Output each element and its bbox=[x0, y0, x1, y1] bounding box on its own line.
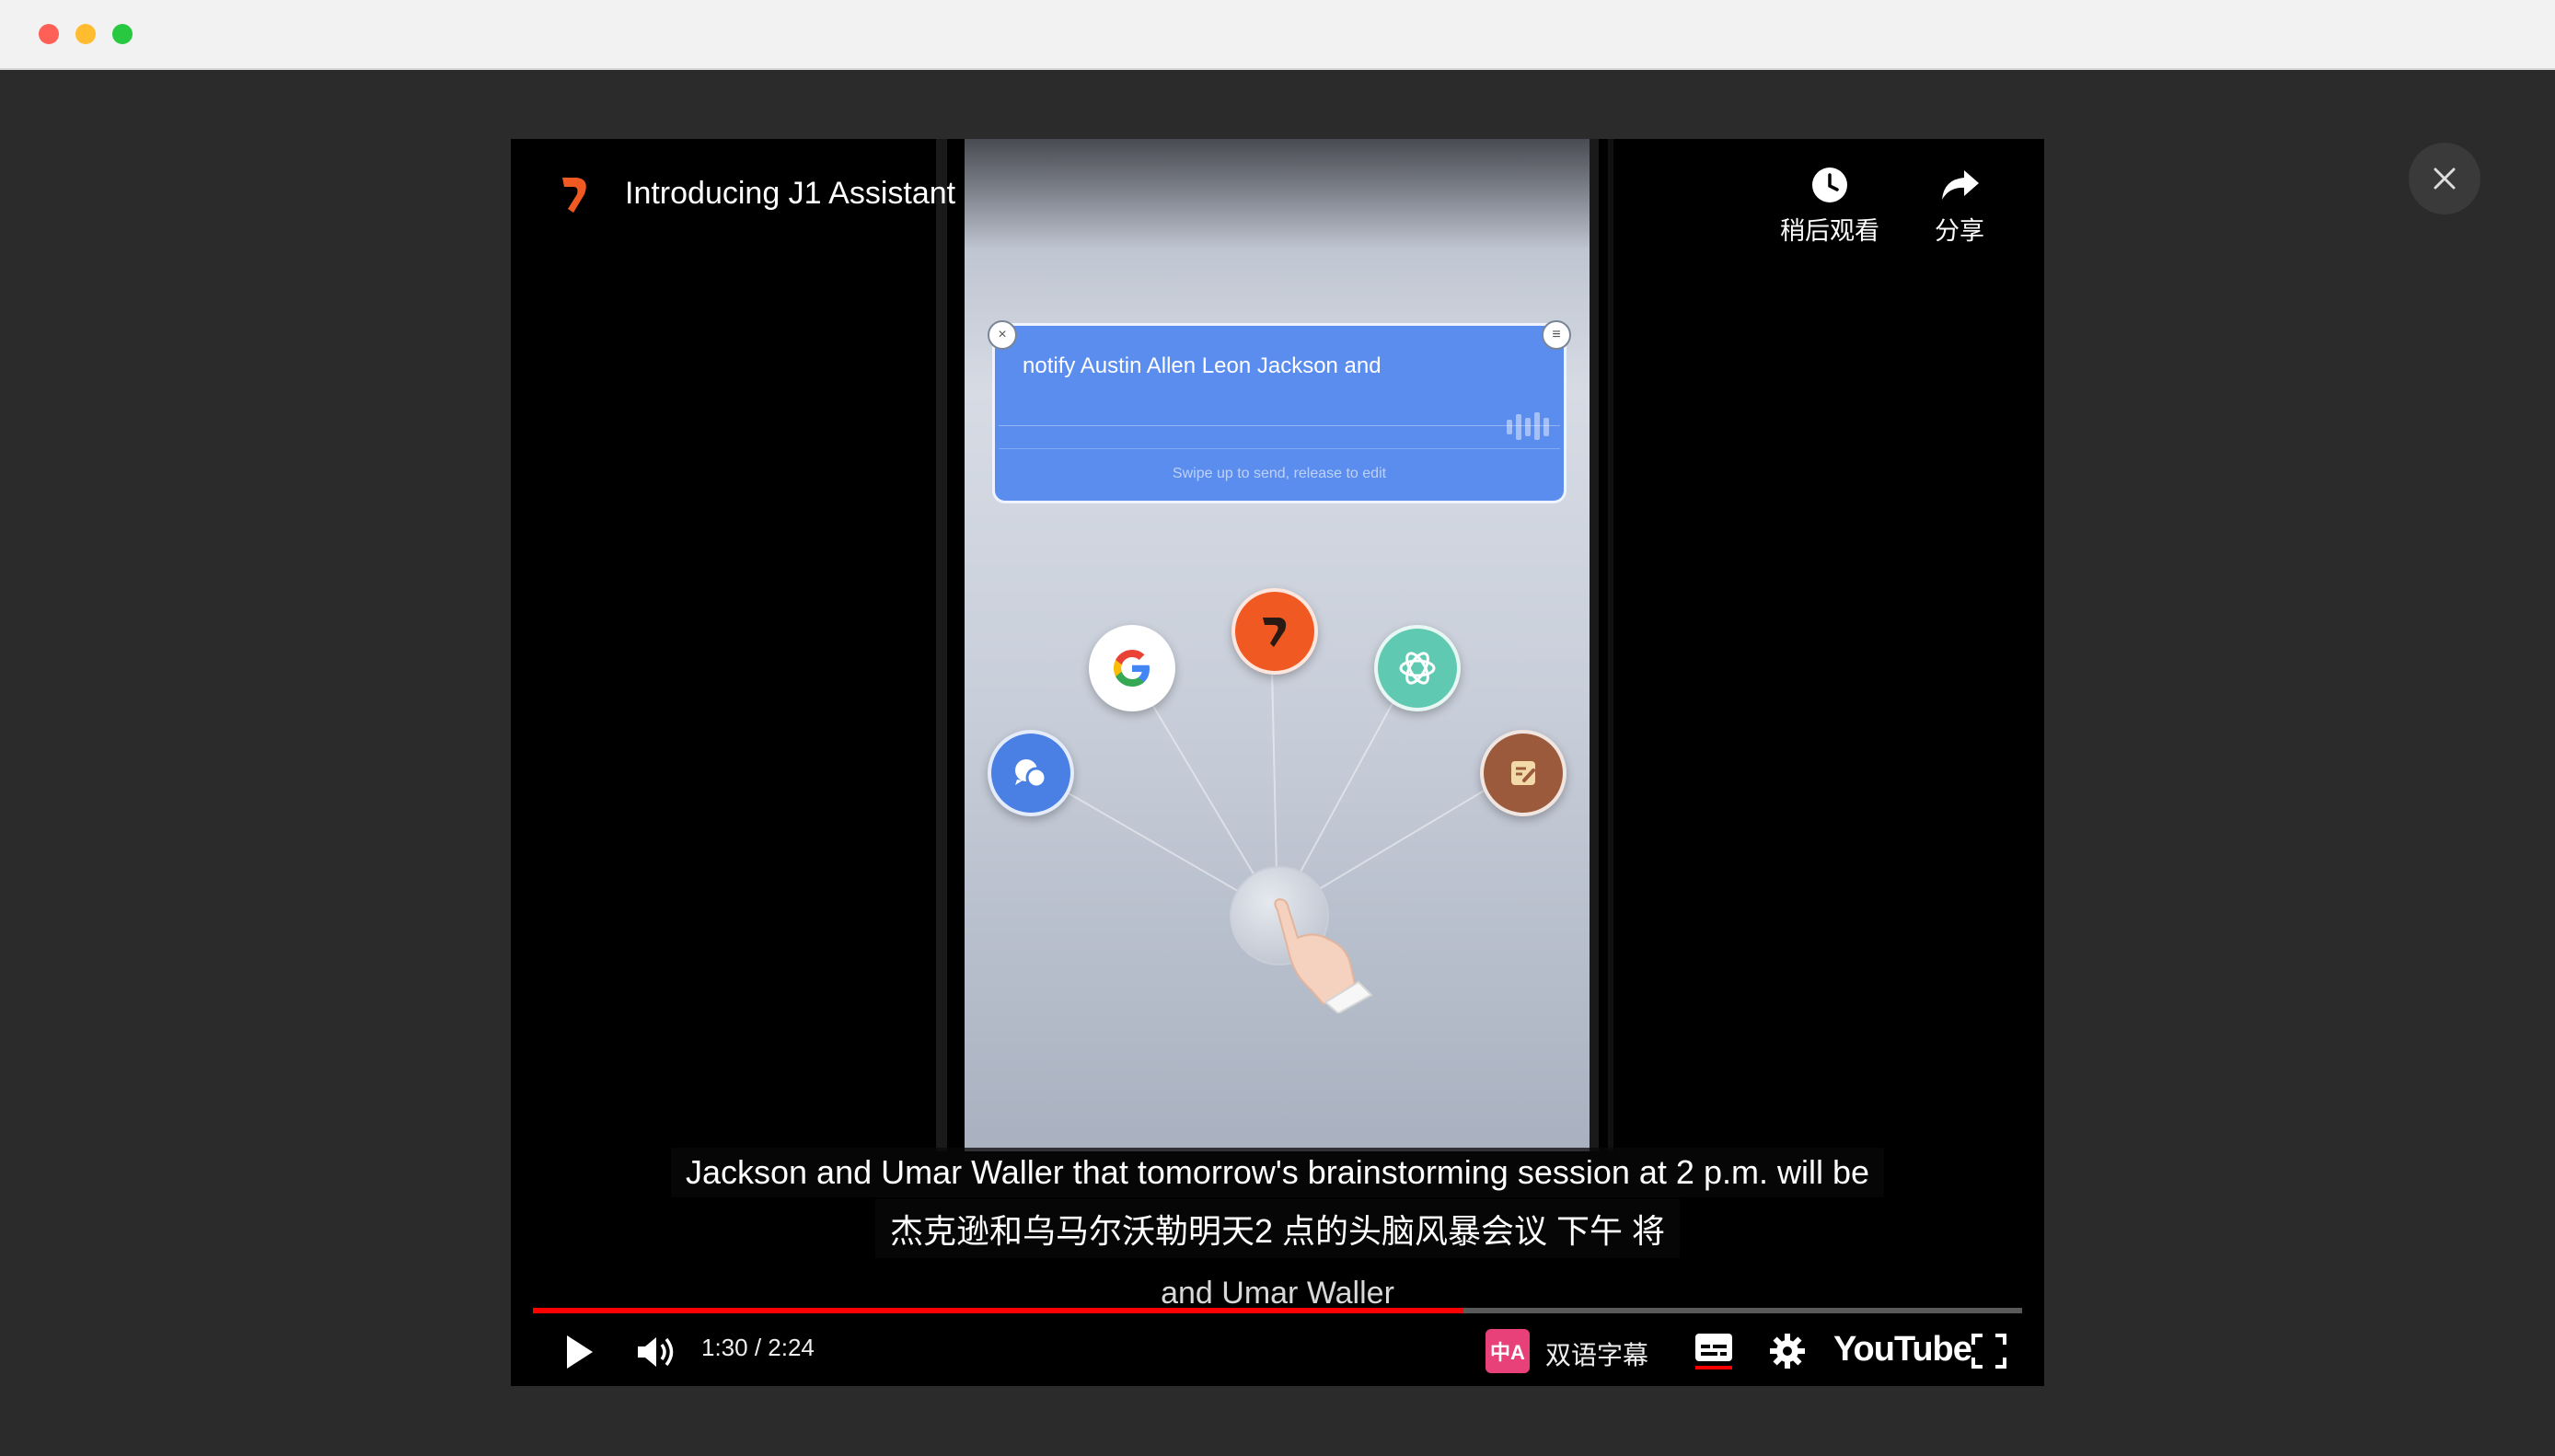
progress-bar[interactable] bbox=[533, 1308, 2022, 1313]
chatgpt-icon bbox=[1399, 652, 1436, 685]
video-title[interactable]: Introducing J1 Assistant bbox=[625, 176, 955, 212]
share-label: 分享 bbox=[1935, 217, 1984, 245]
voice-input-card[interactable]: × ≡ notify Austin Allen Leon Jackson and… bbox=[988, 320, 1571, 503]
hand-pointer-icon bbox=[1274, 897, 1373, 1013]
time-display: 1:30 / 2:24 bbox=[701, 1334, 815, 1361]
notes-icon bbox=[1511, 761, 1535, 785]
phone-bezel-left bbox=[936, 139, 947, 1151]
google-icon bbox=[1114, 650, 1150, 687]
progress-played bbox=[533, 1308, 1464, 1313]
subtitles-button[interactable] bbox=[1692, 1328, 1736, 1374]
phone-bezel-edge bbox=[1608, 139, 1613, 1151]
play-icon bbox=[567, 1335, 593, 1369]
voice-hint: Swipe up to send, release to edit bbox=[1172, 466, 1387, 481]
caption-line-english: Jackson and Umar Waller that tomorrow's … bbox=[511, 1148, 2044, 1197]
phone-screen: × ≡ notify Austin Allen Leon Jackson and… bbox=[965, 139, 1590, 1151]
volume-button[interactable] bbox=[629, 1326, 686, 1378]
settings-button[interactable] bbox=[1764, 1328, 1810, 1374]
caption-line-next: and Umar Waller bbox=[1161, 1276, 1394, 1311]
watch-later-label: 稍后观看 bbox=[1780, 217, 1879, 245]
voice-transcript: notify Austin Allen Leon Jackson and bbox=[1023, 353, 1382, 378]
channel-logo-icon[interactable] bbox=[557, 174, 594, 216]
voice-card-menu-icon[interactable]: ≡ bbox=[1542, 320, 1571, 350]
fullscreen-icon bbox=[1971, 1334, 2006, 1369]
watch-later-button[interactable]: 稍后观看 bbox=[1775, 159, 1885, 247]
window-titlebar bbox=[0, 0, 2555, 70]
google-app-button[interactable] bbox=[1089, 625, 1175, 711]
chat-app-button[interactable] bbox=[988, 730, 1074, 816]
play-button[interactable] bbox=[555, 1326, 603, 1378]
subtitles-icon bbox=[1695, 1334, 1732, 1361]
close-overlay-button[interactable] bbox=[2409, 143, 2480, 214]
share-button[interactable]: 分享 bbox=[1904, 159, 2015, 247]
share-icon bbox=[1942, 170, 1979, 200]
j1-icon bbox=[1263, 618, 1287, 647]
voice-card-close-icon[interactable]: × bbox=[988, 320, 1017, 350]
chat-icon bbox=[1015, 759, 1047, 789]
bilingual-subtitles-icon[interactable]: 中A bbox=[1486, 1329, 1530, 1373]
bilingual-subtitles-label[interactable]: 双语字幕 bbox=[1545, 1335, 1648, 1372]
clock-icon bbox=[1812, 168, 1847, 202]
j1-app-button[interactable] bbox=[1231, 588, 1318, 675]
window-minimize-button[interactable] bbox=[75, 24, 96, 44]
chatgpt-app-button[interactable] bbox=[1374, 625, 1461, 711]
video-player[interactable]: × ≡ notify Austin Allen Leon Jackson and… bbox=[511, 139, 2044, 1386]
caption-line-chinese: 杰克逊和乌马尔沃勒明天2 点的头脑风暴会议 下午 将 bbox=[511, 1199, 2044, 1258]
window-maximize-button[interactable] bbox=[112, 24, 133, 44]
waveform-icon bbox=[1507, 412, 1549, 440]
youtube-logo[interactable]: YouTube bbox=[1833, 1330, 1972, 1369]
gear-icon bbox=[1770, 1334, 1805, 1369]
close-icon bbox=[2434, 168, 2456, 190]
fullscreen-button[interactable] bbox=[1967, 1328, 2011, 1374]
notes-app-button[interactable] bbox=[1480, 730, 1567, 816]
volume-icon bbox=[638, 1337, 674, 1367]
window-close-button[interactable] bbox=[39, 24, 59, 44]
